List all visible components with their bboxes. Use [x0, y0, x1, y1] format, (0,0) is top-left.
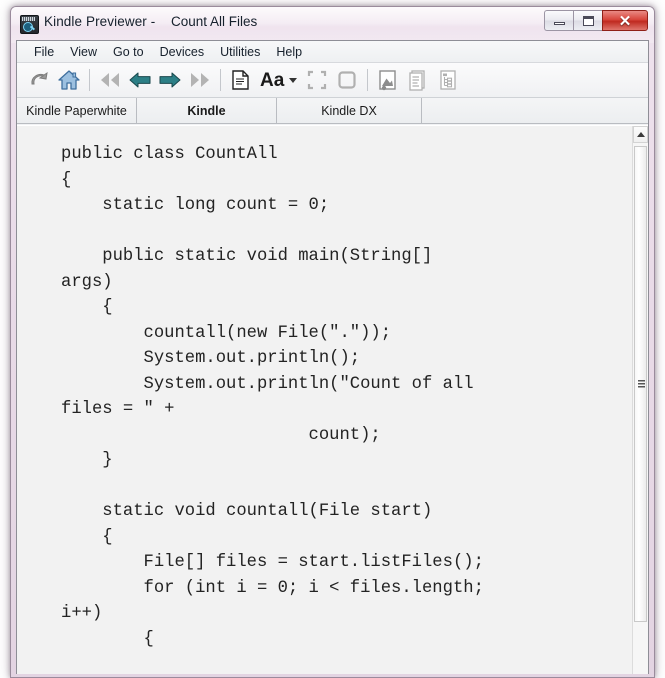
client-area: File View Go to Devices Utilities Help A… [16, 40, 649, 674]
app-title: Kindle Previewer - [44, 14, 156, 29]
double-right-arrow-icon [191, 73, 209, 87]
toolbar-separator [220, 69, 221, 91]
menu-file[interactable]: File [26, 43, 62, 61]
maximize-icon [583, 16, 594, 26]
tab-kindle-dx[interactable]: Kindle DX [277, 98, 422, 123]
icon-top-bar [22, 17, 35, 21]
chevron-down-icon[interactable] [289, 77, 298, 83]
bracket-frame-icon [308, 70, 327, 90]
document-page-icon [232, 70, 249, 90]
document-title: Count All Files [171, 14, 258, 29]
tree-outline-icon [440, 70, 456, 90]
minimize-button[interactable] [544, 10, 573, 31]
toolbar-separator [367, 69, 369, 91]
scrollbar-grip-icon [638, 380, 645, 388]
font-size-button[interactable]: Aa [256, 71, 286, 90]
menu-go-to[interactable]: Go to [105, 43, 152, 61]
left-arrow-icon [129, 72, 151, 88]
close-button[interactable]: ✕ [602, 10, 648, 31]
lines-page-icon [409, 70, 425, 91]
page-preview[interactable]: public class CountAll { static long coun… [17, 126, 632, 674]
home-button[interactable] [54, 65, 84, 95]
toolbar: Aa [17, 63, 648, 98]
page-view-button[interactable] [226, 65, 256, 95]
application-window: Kindle Previewer - Count All Files ✕ Fil… [10, 6, 655, 678]
menu-devices[interactable]: Devices [152, 43, 212, 61]
scroll-up-icon [636, 132, 645, 137]
next-page-button[interactable] [155, 65, 185, 95]
tab-strip-filler [422, 98, 648, 123]
code-text: public class CountAll { static long coun… [61, 145, 484, 649]
previous-page-button[interactable] [125, 65, 155, 95]
outline-view-button[interactable] [433, 65, 463, 95]
home-icon [58, 70, 80, 90]
first-page-button[interactable] [95, 65, 125, 95]
device-tab-strip: Kindle Paperwhite Kindle Kindle DX [17, 98, 648, 124]
kindle-preview-icon [20, 15, 39, 34]
fit-page-button[interactable] [332, 65, 362, 95]
undo-icon [31, 71, 48, 85]
rounded-frame-icon [338, 71, 356, 89]
picture-icon [379, 70, 396, 91]
text-list-button[interactable] [403, 65, 433, 95]
menu-bar: File View Go to Devices Utilities Help [17, 41, 648, 63]
close-icon: ✕ [618, 12, 632, 30]
scrollbar-thumb[interactable] [634, 146, 647, 622]
window-controls: ✕ [544, 10, 648, 32]
toolbar-separator [89, 69, 90, 91]
last-page-button[interactable] [185, 65, 215, 95]
tab-kindle[interactable]: Kindle [137, 98, 277, 123]
maximize-button[interactable] [573, 10, 602, 31]
minimize-icon [554, 22, 565, 25]
image-view-button[interactable] [373, 65, 403, 95]
scroll-up-button[interactable] [633, 126, 648, 143]
tab-kindle-paperwhite[interactable]: Kindle Paperwhite [17, 98, 137, 123]
double-left-arrow-icon [101, 73, 119, 87]
menu-view[interactable]: View [62, 43, 105, 61]
title-bar[interactable]: Kindle Previewer - Count All Files ✕ [11, 7, 654, 40]
right-arrow-icon [159, 72, 181, 88]
vertical-scrollbar[interactable] [632, 126, 648, 674]
fit-width-button[interactable] [302, 65, 332, 95]
preview-content-area: public class CountAll { static long coun… [17, 125, 648, 674]
desktop-background: Kindle Previewer - Count All Files ✕ Fil… [0, 0, 665, 678]
menu-utilities[interactable]: Utilities [212, 43, 268, 61]
undo-button[interactable] [24, 65, 54, 95]
menu-help[interactable]: Help [268, 43, 310, 61]
